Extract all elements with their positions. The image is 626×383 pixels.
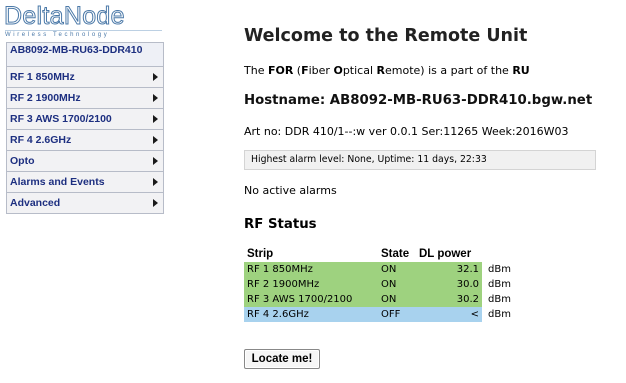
intro-fragment: (: [293, 64, 302, 77]
sidebar-item-rf4[interactable]: RF 4 2.6GHz: [6, 130, 164, 151]
intro-bold: O: [333, 64, 343, 77]
logo-name-part2: Node: [63, 2, 125, 31]
table-header-row: Strip State DL power: [244, 246, 515, 262]
sidebar-item-rf3[interactable]: RF 3 AWS 1700/2100: [6, 109, 164, 130]
cell-state: ON: [378, 277, 416, 292]
sidebar-item-rf1[interactable]: RF 1 850MHz: [6, 67, 164, 88]
logo-name-part1: Delta: [4, 2, 65, 31]
table-row: RF 1 850MHz ON 32.1 dBm: [244, 262, 515, 277]
chevron-right-icon: [153, 115, 158, 123]
chevron-right-icon: [153, 199, 158, 207]
table-row: RF 3 AWS 1700/2100 ON 30.2 dBm: [244, 292, 515, 307]
cell-unit: dBm: [488, 309, 511, 320]
intro-bold: R: [376, 64, 385, 77]
sidebar-item-label: Advanced: [10, 197, 61, 209]
cell-strip: RF 2 1900MHz: [244, 277, 378, 292]
alarm-status-box: Highest alarm level: None, Uptime: 11 da…: [244, 150, 596, 170]
cell-state: OFF: [378, 307, 416, 322]
locate-me-button[interactable]: Locate me!: [244, 349, 320, 369]
cell-dl-power: 30.2: [416, 292, 482, 307]
chevron-right-icon: [153, 157, 158, 165]
column-header-strip: Strip: [247, 248, 274, 260]
intro-fragment: iber: [308, 64, 334, 77]
chevron-right-icon: [153, 136, 158, 144]
cell-dl-power: <: [416, 307, 482, 322]
sidebar-item-label: RF 3 AWS 1700/2100: [10, 113, 112, 125]
sidebar-item-rf2[interactable]: RF 2 1900MHz: [6, 88, 164, 109]
intro-bold: RU: [512, 64, 530, 77]
intro-text: The FOR (Fiber Optical Remote) is a part…: [244, 64, 530, 77]
cell-strip: RF 4 2.6GHz: [244, 307, 378, 322]
table-row: RF 2 1900MHz ON 30.0 dBm: [244, 277, 515, 292]
no-alarms-text: No active alarms: [244, 184, 337, 197]
cell-strip: RF 3 AWS 1700/2100: [244, 292, 378, 307]
cell-state: ON: [378, 292, 416, 307]
chevron-right-icon: [153, 94, 158, 102]
cell-state: ON: [378, 262, 416, 277]
sidebar-host-label: AB8092-MB-RU63-DDR410: [6, 42, 164, 67]
cell-unit: dBm: [488, 294, 511, 305]
logo-tagline: Wireless Technology: [5, 30, 162, 38]
sidebar-item-label: RF 1 850MHz: [10, 71, 75, 83]
sidebar-item-label: RF 4 2.6GHz: [10, 134, 72, 146]
chevron-right-icon: [153, 178, 158, 186]
intro-fragment: The: [244, 64, 268, 77]
table-row: RF 4 2.6GHz OFF < dBm: [244, 307, 515, 322]
cell-dl-power: 30.0: [416, 277, 482, 292]
sidebar-item-label: Alarms and Events: [10, 176, 105, 188]
sidebar-item-advanced[interactable]: Advanced: [6, 193, 164, 214]
cell-strip: RF 1 850MHz: [244, 262, 378, 277]
sidebar-nav: AB8092-MB-RU63-DDR410 RF 1 850MHz RF 2 1…: [6, 42, 164, 214]
page-title: Welcome to the Remote Unit: [244, 26, 528, 46]
cell-unit: dBm: [488, 264, 511, 275]
logo-wordmark: DeltaNode: [4, 2, 126, 31]
sidebar-item-opto[interactable]: Opto: [6, 151, 164, 172]
intro-fragment: emote) is a part of the: [385, 64, 513, 77]
rf-status-table: Strip State DL power RF 1 850MHz ON 32.1…: [244, 246, 515, 322]
chevron-right-icon: [153, 73, 158, 81]
intro-bold: FOR: [267, 64, 294, 77]
rf-status-heading: RF Status: [244, 217, 317, 232]
cell-unit: dBm: [488, 279, 511, 290]
article-number-text: Art no: DDR 410/1--:w ver 0.0.1 Ser:1126…: [244, 125, 569, 138]
sidebar-item-alarms[interactable]: Alarms and Events: [6, 172, 164, 193]
column-header-unit: [482, 246, 515, 262]
deltanode-logo: DeltaNode Wireless Technology: [4, 2, 164, 42]
cell-dl-power: 32.1: [416, 262, 482, 277]
column-header-dl-power: DL power: [419, 248, 472, 260]
sidebar-item-label: RF 2 1900MHz: [10, 92, 81, 104]
column-header-state: State: [381, 248, 410, 260]
hostname-heading: Hostname: AB8092-MB-RU63-DDR410.bgw.net: [244, 93, 593, 108]
intro-fragment: ptical: [342, 64, 377, 77]
intro-bold: F: [301, 64, 309, 77]
sidebar-item-label: Opto: [10, 155, 35, 167]
